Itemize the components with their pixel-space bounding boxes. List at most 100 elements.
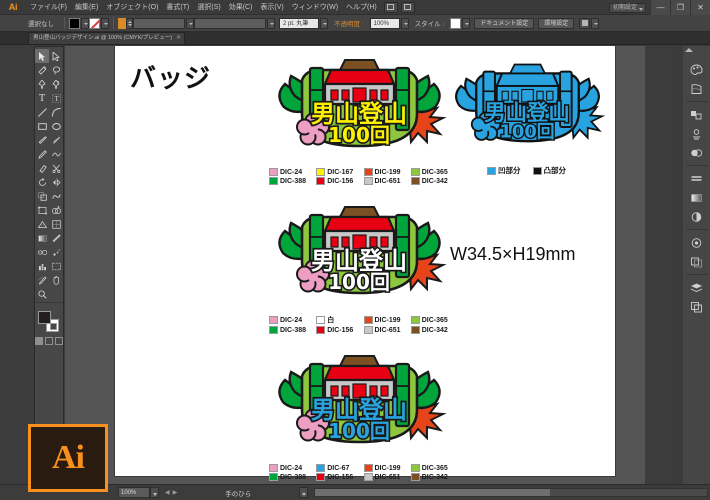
- magic-wand-tool[interactable]: [35, 63, 49, 77]
- hand-tool[interactable]: [49, 273, 63, 287]
- zoom-level-dropdown[interactable]: [150, 487, 159, 498]
- brush-definition-dropdown[interactable]: [320, 17, 328, 29]
- next-artboard-icon[interactable]: ▶: [173, 489, 178, 496]
- stroke-weight-dropdown[interactable]: [186, 17, 194, 29]
- canvas-horizontal-scrollbar[interactable]: [314, 488, 708, 497]
- symbols-panel-icon[interactable]: [687, 253, 707, 270]
- document-tab[interactable]: 男山登山バッジデザイン.ai @ 100% (CMYK/プレビュー) ✕: [28, 32, 186, 44]
- artboard-navigation[interactable]: ◀ ▶: [165, 489, 177, 496]
- align-options-dropdown[interactable]: [591, 17, 600, 29]
- rectangle-tool[interactable]: [35, 119, 49, 133]
- draw-behind-mode-icon[interactable]: [45, 337, 53, 345]
- panel-collapse-icon[interactable]: [685, 48, 693, 52]
- swatch-item[interactable]: DIC-199: [363, 315, 408, 325]
- prev-artboard-icon[interactable]: ◀: [165, 489, 170, 496]
- scrollbar-thumb[interactable]: [315, 489, 551, 496]
- menu-help[interactable]: ヘルプ(H): [342, 0, 381, 15]
- opacity-field[interactable]: 100%: [369, 17, 400, 29]
- legend-item-concave[interactable]: 凹部分: [487, 165, 521, 176]
- type-tool[interactable]: T: [35, 91, 49, 105]
- window-close-button[interactable]: ✕: [690, 0, 710, 15]
- artboard[interactable]: バッジ W34.5×H19mm 男山登山 100回 DIC-24 DIC-167…: [115, 46, 615, 481]
- direct-selection-tool[interactable]: [49, 49, 63, 63]
- fill-color-swatch[interactable]: [69, 17, 80, 29]
- swatch-item[interactable]: DIC-156: [316, 473, 360, 481]
- reflect-tool[interactable]: [49, 175, 63, 189]
- badge-group-color-1[interactable]: 男山登山 100回 DIC-24 DIC-167 DIC-199 DIC-365…: [267, 54, 455, 185]
- swatch-item[interactable]: DIC-365: [410, 464, 455, 472]
- eyedropper-tool[interactable]: [49, 231, 63, 245]
- artboards-panel-icon[interactable]: [687, 298, 707, 315]
- stroke-color-swatch[interactable]: [89, 17, 100, 29]
- swatch-item[interactable]: DIC-388: [269, 473, 313, 481]
- menu-file[interactable]: ファイル(F): [26, 0, 71, 15]
- swatch-item[interactable]: DIC-24: [269, 315, 313, 325]
- swatch-item[interactable]: DIC-67: [316, 464, 360, 472]
- scissors-tool[interactable]: [49, 161, 63, 175]
- add-anchor-point-tool[interactable]: [49, 77, 63, 91]
- swatch-item[interactable]: DIC-651: [363, 473, 408, 481]
- column-graph-tool[interactable]: [35, 259, 49, 273]
- zoom-tool[interactable]: [35, 287, 49, 301]
- selection-tool[interactable]: [35, 49, 49, 63]
- legend-item-convex[interactable]: 凸部分: [532, 165, 566, 176]
- badge-group-color-3[interactable]: 男山登山 100回 DIC-24 DIC-67 DIC-199 DIC-365 …: [267, 350, 455, 481]
- menu-view[interactable]: 表示(V): [256, 0, 287, 15]
- brushes-panel-icon[interactable]: [687, 234, 707, 251]
- swatch-item[interactable]: DIC-199: [363, 464, 408, 472]
- area-type-tool[interactable]: T: [49, 91, 63, 105]
- slice-tool[interactable]: [35, 273, 49, 287]
- zoom-level-field[interactable]: 100%: [118, 487, 150, 498]
- scale-tool[interactable]: [35, 189, 49, 203]
- layers-panel-icon[interactable]: [687, 279, 707, 296]
- fill-color-dropdown[interactable]: [81, 17, 89, 29]
- document-tab-close-icon[interactable]: ✕: [176, 35, 181, 42]
- lasso-tool[interactable]: [49, 63, 63, 77]
- menu-edit[interactable]: 編集(E): [71, 0, 102, 15]
- drawing-modes-group[interactable]: [35, 337, 63, 348]
- swatch-item[interactable]: 白: [316, 315, 360, 325]
- swatch-item[interactable]: DIC-651: [363, 326, 408, 334]
- draw-normal-mode-icon[interactable]: [35, 337, 43, 345]
- opacity-dropdown[interactable]: [400, 17, 409, 29]
- pen-tool[interactable]: [35, 77, 49, 91]
- status-info-dropdown[interactable]: [299, 487, 309, 498]
- swatch-item[interactable]: DIC-342: [410, 326, 455, 334]
- graphic-style-dropdown[interactable]: [462, 17, 471, 29]
- swatch-item[interactable]: DIC-24: [269, 168, 313, 176]
- swatch-item[interactable]: DIC-156: [316, 177, 360, 185]
- gradient-tool[interactable]: [35, 231, 49, 245]
- draw-inside-mode-icon[interactable]: [55, 337, 63, 345]
- swatches-panel-icon[interactable]: [687, 208, 707, 225]
- badge-artwork-color-3[interactable]: 男山登山 100回: [267, 350, 455, 460]
- align-options-icon[interactable]: [579, 17, 591, 29]
- window-restore-button[interactable]: ❐: [670, 0, 690, 15]
- blob-brush-tool[interactable]: [49, 133, 63, 147]
- free-transform-tool[interactable]: [35, 203, 49, 217]
- smooth-tool[interactable]: [49, 147, 63, 161]
- toolbar-fill-swatch[interactable]: [38, 311, 51, 324]
- perspective-grid-tool[interactable]: [35, 217, 49, 231]
- color-guide-panel-icon[interactable]: [687, 80, 707, 97]
- swatch-item[interactable]: DIC-199: [363, 168, 408, 176]
- document-setup-button[interactable]: ドキュメント設定: [474, 17, 535, 29]
- brush-definition-field[interactable]: 2 pt. 丸筆: [279, 17, 319, 29]
- appearance-panel-icon[interactable]: [687, 125, 707, 142]
- transparency-panel-icon[interactable]: [687, 106, 707, 123]
- badge-artwork-color-1[interactable]: 男山登山 100回: [267, 54, 455, 164]
- bridge-icon[interactable]: [383, 1, 398, 13]
- badge-artwork-color-2[interactable]: 男山登山 100回: [267, 201, 455, 311]
- arc-tool[interactable]: [49, 105, 63, 119]
- badge-group-color-2[interactable]: 男山登山 100回 DIC-24 白 DIC-199 DIC-365 DIC-3…: [267, 201, 455, 334]
- symbol-sprayer-tool[interactable]: [49, 245, 63, 259]
- paintbrush-tool[interactable]: [35, 133, 49, 147]
- color-panel-icon[interactable]: [687, 61, 707, 78]
- arrange-documents-icon[interactable]: [400, 1, 415, 13]
- badge-artwork-emboss[interactable]: 男山登山 100回: [445, 56, 610, 161]
- mesh-tool[interactable]: [49, 217, 63, 231]
- swatch-item[interactable]: DIC-24: [269, 464, 313, 472]
- menu-type[interactable]: 書式(T): [162, 0, 193, 15]
- workspace-switcher[interactable]: 初期設定: [608, 2, 646, 13]
- line-segment-tool[interactable]: [35, 105, 49, 119]
- canvas-vertical-scrollbar[interactable]: [677, 46, 683, 484]
